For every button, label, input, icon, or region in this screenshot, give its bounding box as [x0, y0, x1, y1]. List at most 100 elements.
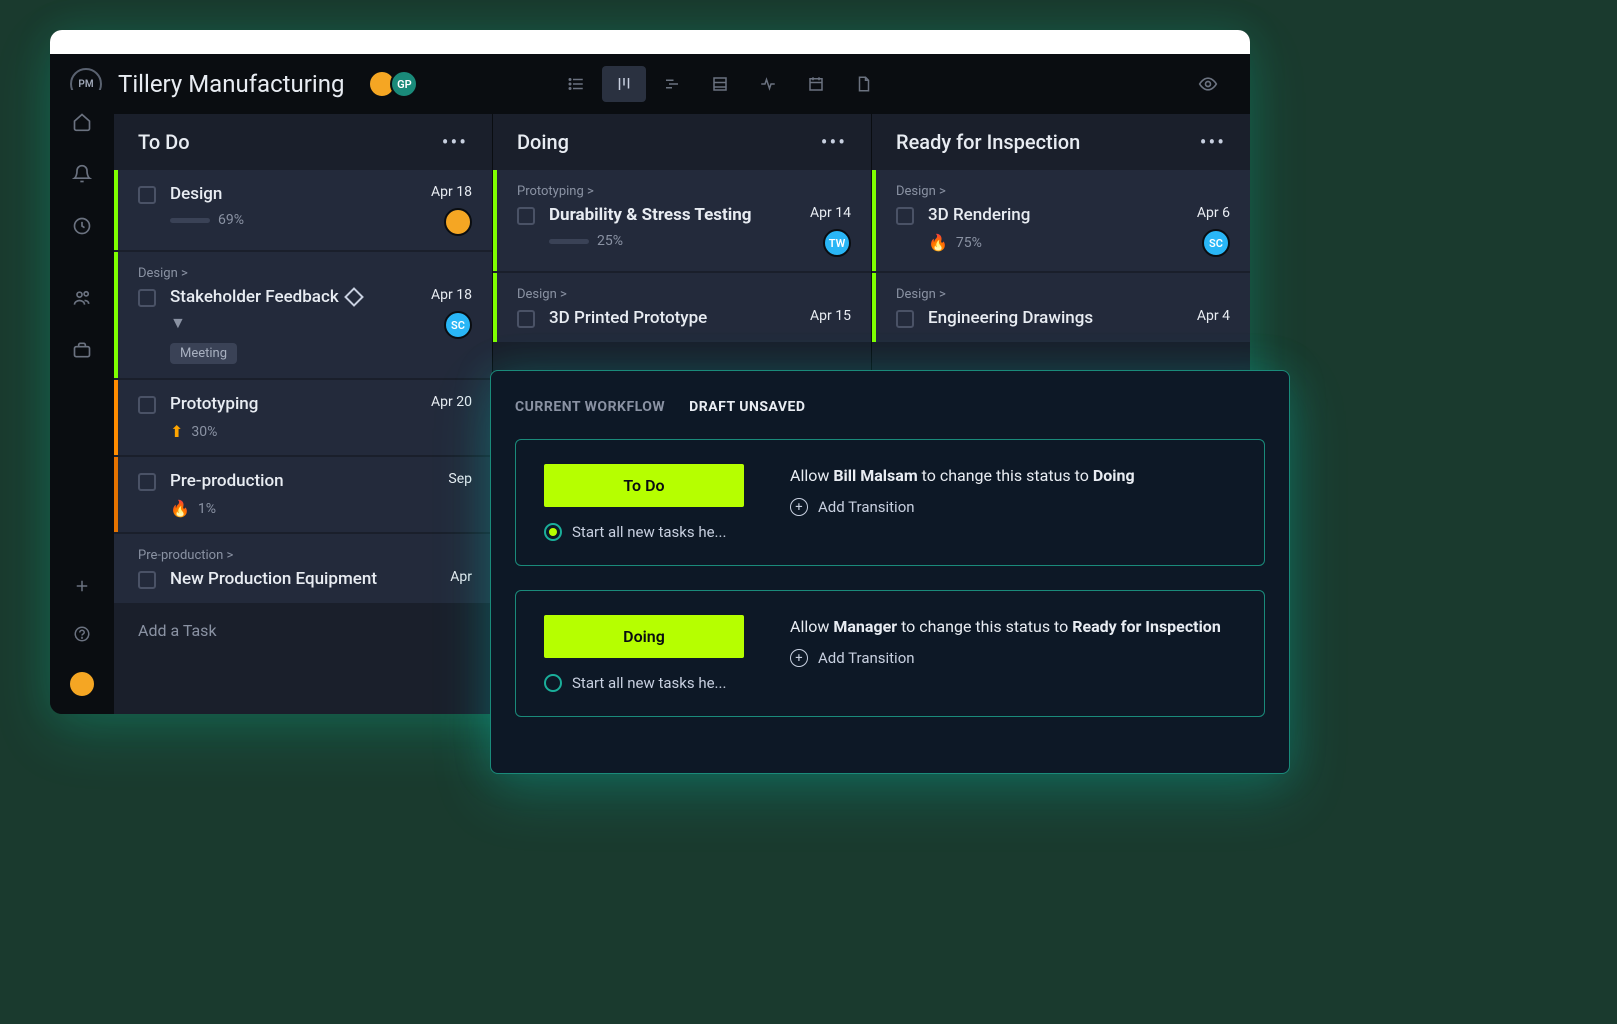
assignee-avatar[interactable]: TW — [823, 229, 851, 257]
arrow-up-icon: ⬆ — [170, 422, 183, 441]
task-category: Design > — [517, 287, 851, 302]
checkbox[interactable] — [138, 289, 156, 307]
help-icon[interactable] — [70, 622, 94, 646]
task-date: Apr 14 — [810, 205, 851, 221]
view-toolbar — [554, 66, 886, 102]
workflow-status-block: Doing Start all new tasks he... Allow Ma… — [515, 590, 1265, 717]
checkbox[interactable] — [138, 571, 156, 589]
task-category: Prototyping > — [517, 184, 851, 199]
task-title: Prototyping — [170, 394, 417, 414]
bell-icon[interactable] — [70, 162, 94, 186]
plus-circle-icon: + — [790, 498, 808, 516]
fire-icon: 🔥 — [928, 233, 948, 252]
task-card[interactable]: Pre-production 🔥 1% Sep — [114, 457, 492, 532]
add-transition-button[interactable]: +Add Transition — [790, 649, 1236, 667]
progress-bar — [170, 218, 210, 223]
task-title: New Production Equipment — [170, 569, 436, 589]
home-icon[interactable] — [70, 110, 94, 134]
checkbox[interactable] — [896, 207, 914, 225]
checkbox[interactable] — [517, 310, 535, 328]
task-title: 3D Printed Prototype — [549, 308, 796, 328]
task-date: Apr — [450, 569, 472, 585]
workflow-tabs: CURRENT WORKFLOW DRAFT UNSAVED — [515, 399, 1265, 415]
chevron-down-icon[interactable]: ▼ — [170, 313, 417, 333]
task-percent: 1% — [198, 501, 216, 517]
status-button-todo[interactable]: To Do — [544, 464, 744, 507]
activity-view-icon[interactable] — [746, 66, 790, 102]
task-card[interactable]: Design 69% Apr 18 — [114, 170, 492, 250]
column-title: Doing — [517, 130, 569, 154]
task-category: Design > — [138, 266, 472, 281]
people-icon[interactable] — [70, 286, 94, 310]
tab-current-workflow[interactable]: CURRENT WORKFLOW — [515, 399, 665, 415]
column-todo: To Do ••• Design 69% Apr 18 — [114, 114, 493, 714]
visibility-icon[interactable] — [1186, 66, 1230, 102]
checkbox[interactable] — [138, 396, 156, 414]
progress-bar — [549, 239, 589, 244]
checkbox[interactable] — [896, 310, 914, 328]
radio-label: Start all new tasks he... — [572, 523, 726, 541]
header-avatars[interactable]: GP — [368, 70, 418, 98]
plus-icon[interactable] — [70, 574, 94, 598]
task-category: Design > — [896, 184, 1230, 199]
briefcase-icon[interactable] — [70, 338, 94, 362]
task-date: Apr 15 — [810, 308, 851, 324]
task-date: Apr 18 — [431, 184, 472, 200]
task-date: Sep — [448, 471, 472, 487]
avatar[interactable]: GP — [390, 70, 418, 98]
task-card[interactable]: Pre-production > New Production Equipmen… — [114, 534, 492, 603]
task-card[interactable]: Design > 3D Printed Prototype Apr 15 — [493, 273, 871, 342]
task-date: Apr 6 — [1197, 205, 1230, 221]
task-date: Apr 4 — [1197, 308, 1230, 324]
tab-draft-unsaved[interactable]: DRAFT UNSAVED — [689, 399, 805, 415]
assignee-avatar[interactable]: SC — [1202, 229, 1230, 257]
app-header: PM Tillery Manufacturing GP — [50, 54, 1250, 114]
column-menu-icon[interactable]: ••• — [821, 130, 847, 154]
board-view-icon[interactable] — [602, 66, 646, 102]
task-tag: Meeting — [170, 343, 237, 364]
add-task-button[interactable]: Add a Task — [114, 605, 492, 656]
plus-circle-icon: + — [790, 649, 808, 667]
sidebar — [50, 90, 114, 714]
task-percent: 69% — [218, 212, 244, 228]
radio-start-tasks[interactable] — [544, 523, 562, 541]
clock-icon[interactable] — [70, 214, 94, 238]
checkbox[interactable] — [517, 207, 535, 225]
user-avatar[interactable] — [68, 670, 96, 698]
column-menu-icon[interactable]: ••• — [442, 130, 468, 154]
status-button-doing[interactable]: Doing — [544, 615, 744, 658]
task-card[interactable]: Design > 3D Rendering 🔥75% Apr 6 SC — [872, 170, 1250, 271]
task-title: Engineering Drawings — [928, 308, 1183, 328]
checkbox[interactable] — [138, 473, 156, 491]
milestone-icon — [344, 287, 364, 307]
list-view-icon[interactable] — [554, 66, 598, 102]
file-view-icon[interactable] — [842, 66, 886, 102]
radio-start-tasks[interactable] — [544, 674, 562, 692]
task-title: Durability & Stress Testing — [549, 205, 796, 225]
task-title: Stakeholder Feedback — [170, 287, 417, 307]
add-transition-button[interactable]: +Add Transition — [790, 498, 1236, 516]
gantt-view-icon[interactable] — [650, 66, 694, 102]
task-card[interactable]: Prototyping > Durability & Stress Testin… — [493, 170, 871, 271]
assignee-avatar[interactable] — [444, 208, 472, 236]
task-title: 3D Rendering — [928, 205, 1183, 225]
window-titlebar — [50, 30, 1250, 54]
column-menu-icon[interactable]: ••• — [1200, 130, 1226, 154]
fire-icon: 🔥 — [170, 499, 190, 518]
assignee-avatar[interactable]: SC — [444, 311, 472, 339]
task-date: Apr 18 — [431, 287, 472, 303]
task-card[interactable]: Design > Engineering Drawings Apr 4 — [872, 273, 1250, 342]
task-card[interactable]: Prototyping ⬆30% Apr 20 — [114, 380, 492, 455]
checkbox[interactable] — [138, 186, 156, 204]
task-percent: 25% — [597, 233, 623, 249]
task-date: Apr 20 — [431, 394, 472, 410]
radio-label: Start all new tasks he... — [572, 674, 726, 692]
task-title: Design — [170, 184, 417, 204]
calendar-view-icon[interactable] — [794, 66, 838, 102]
transition-rule-text: Allow Manager to change this status to R… — [790, 615, 1236, 639]
table-view-icon[interactable] — [698, 66, 742, 102]
task-category: Design > — [896, 287, 1230, 302]
task-title: Pre-production — [170, 471, 434, 491]
workflow-panel: CURRENT WORKFLOW DRAFT UNSAVED To Do Sta… — [490, 370, 1290, 774]
task-card[interactable]: Design > Stakeholder Feedback ▼ Meeting … — [114, 252, 492, 378]
